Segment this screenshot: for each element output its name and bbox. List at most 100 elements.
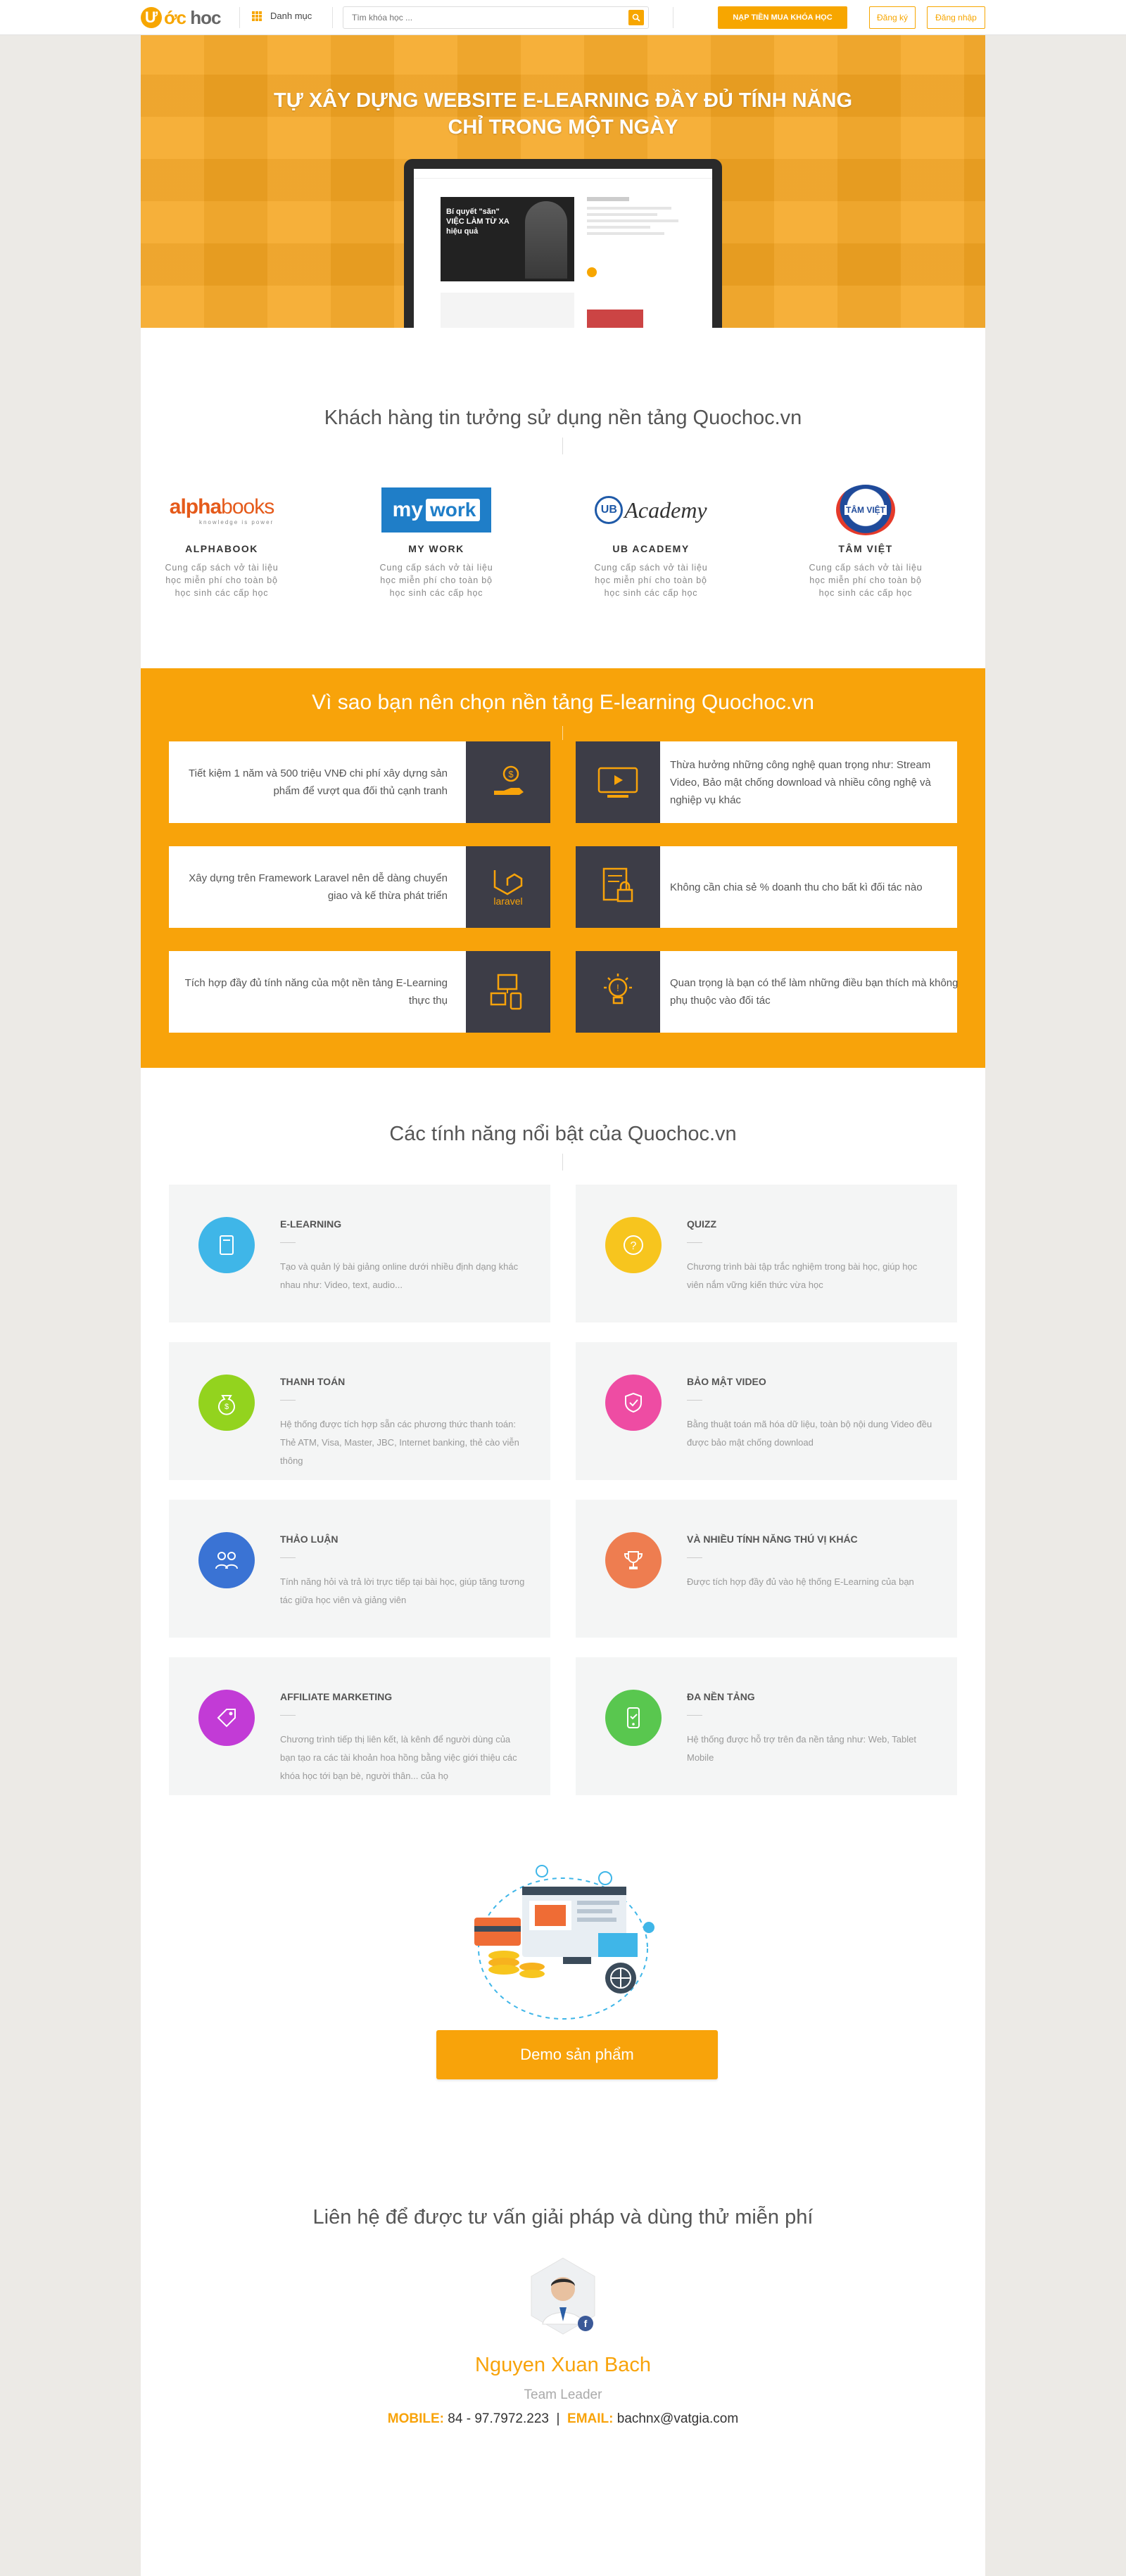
why-section: Vì sao bạn nên chọn nền tảng E-learning …	[141, 668, 985, 1068]
search-button[interactable]	[628, 10, 644, 25]
logo-mark: Ư	[141, 7, 162, 28]
client-description: Cung cấp sách vở tài liệu học miễn phí c…	[379, 563, 493, 598]
client-description: Cung cấp sách vở tài liệu học miễn phí c…	[809, 563, 923, 598]
client-description: Cung cấp sách vở tài liệu học miễn phí c…	[165, 563, 279, 598]
feature-description: Chương trình bài tập trắc nghiệm trong b…	[687, 1261, 918, 1290]
register-button[interactable]: Đăng ký	[869, 6, 916, 29]
why-title: Vì sao bạn nên chọn nền tảng E-learning …	[312, 691, 814, 714]
discussion-icon	[198, 1532, 255, 1588]
client-alphabook: alphabooks knowledge is power ALPHABOOK …	[141, 485, 303, 599]
svg-text:?: ?	[631, 1240, 637, 1252]
feature-card: $ THANH TOÁN Hệ thống được tích hợp sẵn …	[169, 1342, 550, 1480]
contact-details: MOBILE: 84 - 97.7972.223 | EMAIL: bachnx…	[141, 2411, 985, 2427]
client-name: ALPHABOOK	[185, 543, 258, 554]
mobile-label: MOBILE:	[387, 2411, 445, 2426]
feature-card: BẢO MẬT VIDEO Bằng thuật toán mã hóa dữ …	[576, 1342, 957, 1480]
why-card: ! Quan trọng là bạn có thể làm những điề…	[576, 951, 959, 1033]
contact-name: Nguyen Xuan Bach	[475, 2354, 651, 2376]
contact-role: Team Leader	[524, 2387, 602, 2402]
question-icon: ?	[605, 1217, 662, 1273]
why-text: Tiết kiệm 1 năm và 500 triệu VNĐ chi phí…	[189, 767, 448, 797]
main-content: TỰ XÂY DỰNG WEBSITE E-LEARNING ĐẦY ĐỦ TÍ…	[141, 35, 985, 2576]
feature-divider	[687, 1400, 702, 1401]
hero-banner: TỰ XÂY DỰNG WEBSITE E-LEARNING ĐẦY ĐỦ TÍ…	[141, 35, 985, 328]
search-box	[343, 6, 649, 29]
clients-title: Khách hàng tin tưởng sử dụng nền tảng Qu…	[324, 407, 802, 429]
feature-divider	[687, 1715, 702, 1716]
why-card: Không cần chia sẻ % doanh thu cho bất kì…	[576, 846, 957, 928]
category-menu[interactable]: Danh mục	[252, 11, 312, 21]
why-text: Quan trọng là bạn có thể làm những điều …	[670, 977, 959, 1007]
feature-title: BẢO MẬT VIDEO	[687, 1376, 766, 1387]
laptop-screen: Bí quyết "săn" VIỆC LÀM TỪ XA hiệu quả	[414, 169, 712, 328]
feature-divider	[280, 1715, 296, 1716]
login-button[interactable]: Đăng nhập	[927, 6, 985, 29]
book-icon	[198, 1217, 255, 1273]
feature-title: THANH TOÁN	[280, 1376, 346, 1387]
feature-title: ĐA NỀN TẢNG	[687, 1691, 755, 1702]
feature-card: VÀ NHIỀU TÍNH NĂNG THÚ VỊ KHÁC Được tích…	[576, 1500, 957, 1638]
feature-description: Tạo và quản lý bài giảng online dưới nhi…	[280, 1261, 519, 1290]
facebook-icon[interactable]: f	[578, 2316, 593, 2331]
tag-icon	[198, 1690, 255, 1746]
contact-separator: |	[556, 2411, 560, 2426]
why-text: Thừa hưởng những công nghệ quan trọng nh…	[670, 758, 931, 806]
avatar: f	[527, 2257, 599, 2335]
mobile-number[interactable]: 84 - 97.7972.223	[448, 2411, 549, 2426]
feature-divider	[687, 1557, 702, 1558]
contact-title: Liên hệ để được tư vấn giải pháp và dùng…	[312, 2206, 814, 2229]
screen-headline: Bí quyết "săn"	[446, 208, 500, 216]
demo-product-button[interactable]: Demo sản phẩm	[436, 2030, 718, 2079]
tam-viet-logo: TÂM VIỆT	[785, 485, 947, 535]
title-divider	[562, 1154, 563, 1171]
svg-text:!: !	[616, 982, 619, 993]
feature-card: AFFILIATE MARKETING Chương trình tiếp th…	[169, 1657, 550, 1795]
client-name: UB ACADEMY	[612, 543, 690, 554]
feature-title: THẢO LUẬN	[280, 1534, 339, 1545]
feature-description: Hệ thống được tích hợp sẵn các phương th…	[280, 1419, 519, 1466]
feature-divider	[280, 1557, 296, 1558]
screen-headline: VIỆC LÀM TỪ XA	[446, 217, 510, 226]
money-bag-icon: $	[198, 1375, 255, 1431]
hand-coin-icon: $	[466, 741, 550, 823]
client-tam-viet: TÂM VIỆT TÂM VIỆT Cung cấp sách vở tài l…	[785, 485, 947, 599]
feature-divider	[280, 1400, 296, 1401]
client-name: TÂM VIỆT	[838, 543, 893, 554]
hero-title: TỰ XÂY DỰNG WEBSITE E-LEARNING ĐẦY ĐỦ TÍ…	[273, 89, 853, 139]
svg-text:$: $	[224, 1403, 229, 1411]
features-title: Các tính năng nổi bật của Quochoc.vn	[389, 1123, 737, 1145]
trophy-icon	[605, 1532, 662, 1588]
mywork-logo: my work	[355, 485, 517, 535]
devices-icon	[466, 951, 550, 1033]
site-logo[interactable]: Ư ớc hoc	[141, 6, 221, 30]
feature-description: Bằng thuật toán mã hóa dữ liệu, toàn bộ …	[687, 1419, 932, 1448]
feature-title: VÀ NHIỀU TÍNH NĂNG THÚ VỊ KHÁC	[687, 1534, 858, 1545]
mobile-icon	[605, 1690, 662, 1746]
header-divider	[332, 7, 333, 28]
feature-title: QUIZZ	[687, 1218, 716, 1230]
feature-title: E-LEARNING	[280, 1218, 342, 1230]
email-address[interactable]: bachnx@vatgia.com	[617, 2411, 738, 2426]
why-card: Tiết kiệm 1 năm và 500 triệu VNĐ chi phí…	[169, 741, 550, 823]
client-mywork: my work MY WORK Cung cấp sách vở tài liệ…	[355, 485, 517, 599]
buy-course-button[interactable]: NẠP TIỀN MUA KHÓA HỌC	[718, 6, 847, 29]
why-text: Tích hợp đầy đủ tính năng của một nền tả…	[184, 977, 448, 1007]
feature-card: ? QUIZZ Chương trình bài tập trắc nghiệm…	[576, 1185, 957, 1322]
search-input[interactable]	[343, 7, 618, 28]
feature-description: Hệ thống được hỗ trợ trên đa nền tảng nh…	[687, 1734, 916, 1763]
search-icon	[632, 13, 640, 22]
svg-text:$: $	[508, 769, 514, 779]
category-label: Danh mục	[270, 11, 312, 21]
title-divider	[562, 726, 563, 740]
feature-description: Chương trình tiếp thị liên kết, là kênh …	[280, 1734, 517, 1781]
laravel-icon: laravel	[466, 846, 550, 928]
ub-academy-logo: UB Academy	[570, 485, 732, 535]
why-card: Thừa hưởng những công nghệ quan trọng nh…	[576, 741, 957, 823]
title-divider	[562, 438, 563, 454]
alphabook-logo: alphabooks knowledge is power	[169, 495, 274, 525]
ecommerce-illustration	[474, 1865, 654, 2020]
email-label: EMAIL:	[567, 2411, 614, 2426]
feature-title: AFFILIATE MARKETING	[280, 1691, 393, 1702]
grid-icon	[252, 11, 262, 21]
top-bar: Ư ớc hoc Danh mục NẠP TIỀN MUA KHÓA HỌC …	[0, 0, 1126, 35]
